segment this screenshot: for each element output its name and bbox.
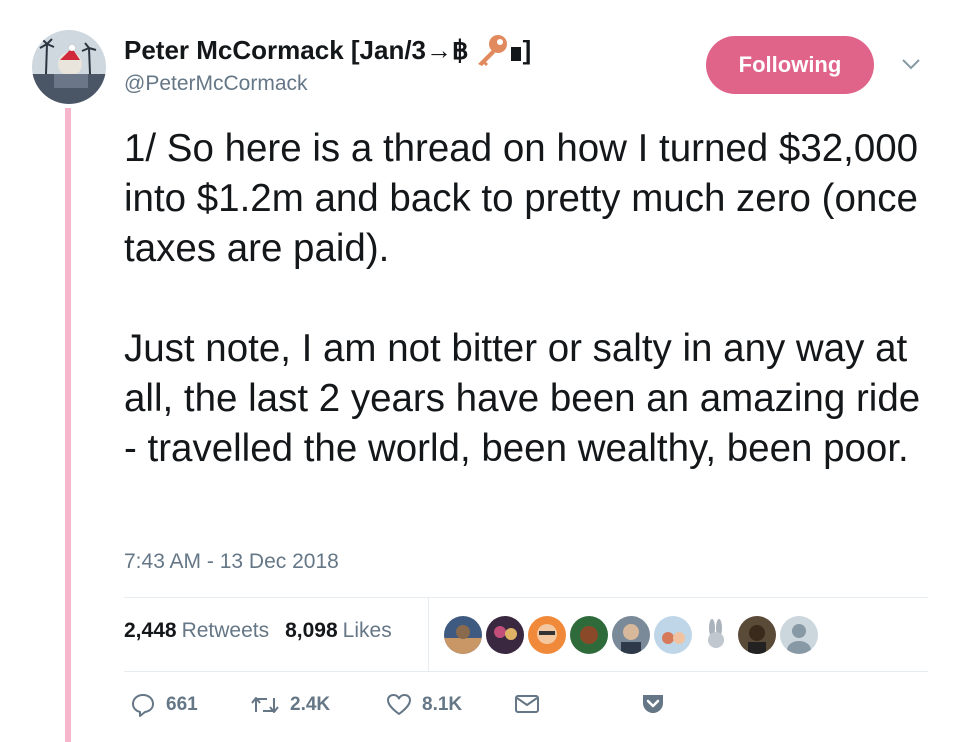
liker-avatar[interactable] <box>696 616 734 654</box>
stats-bottom-divider <box>124 671 928 672</box>
liker-avatar[interactable] <box>780 616 818 654</box>
author-display-name-end: ] <box>522 34 532 65</box>
tweet-paragraph: Just note, I am not bitter or salty in a… <box>124 327 921 470</box>
battery-icon <box>510 39 521 61</box>
retweet-action[interactable]: 2.4K <box>250 692 330 718</box>
stats-separator <box>428 598 429 671</box>
liker-avatar[interactable] <box>444 616 482 654</box>
tweet-stats: 2,448 Retweets 8,098 Likes <box>124 619 392 643</box>
reply-icon <box>132 694 154 717</box>
liker-avatar[interactable] <box>486 616 524 654</box>
liker-avatar[interactable] <box>528 616 566 654</box>
liker-avatars <box>444 616 822 654</box>
liker-avatar[interactable] <box>612 616 650 654</box>
reply-action[interactable]: 661 <box>130 692 198 718</box>
following-button[interactable]: Following <box>706 36 874 94</box>
retweets-stat[interactable]: 2,448 Retweets <box>124 619 269 643</box>
retweets-count: 2,448 <box>124 619 177 642</box>
liker-avatar[interactable] <box>654 616 692 654</box>
envelope-icon <box>515 695 539 713</box>
author-display-name[interactable]: Peter McCormack [Jan/3→฿ ] <box>124 33 531 67</box>
likes-count: 8,098 <box>285 619 338 642</box>
retweet-icon <box>251 697 279 713</box>
retweet-count: 2.4K <box>290 694 331 715</box>
like-action[interactable]: 8.1K <box>386 692 462 718</box>
tweet-paragraph: 1/ So here is a thread on how I turned $… <box>124 127 919 270</box>
tweet-timestamp[interactable]: 7:43 AM - 13 Dec 2018 <box>124 550 339 574</box>
stats-top-divider <box>124 597 928 598</box>
tweet-text: 1/ So here is a thread on how I turned $… <box>124 124 924 524</box>
likes-label: Likes <box>342 619 392 642</box>
pocket-icon <box>643 695 663 713</box>
likes-stat[interactable]: 8,098 Likes <box>285 619 392 643</box>
chevron-down-icon[interactable] <box>900 56 922 72</box>
avatar[interactable] <box>32 30 106 104</box>
liker-avatar[interactable] <box>570 616 608 654</box>
direct-message-action[interactable] <box>514 692 550 716</box>
pocket-action[interactable] <box>640 692 676 716</box>
thread-line <box>65 108 71 742</box>
author-handle[interactable]: @PeterMcCormack <box>124 72 308 96</box>
liker-avatar[interactable] <box>738 616 776 654</box>
author-display-name-text: Peter McCormack [Jan/3→฿ <box>124 34 469 65</box>
key-icon <box>473 33 509 67</box>
reply-count: 661 <box>166 694 198 715</box>
like-count: 8.1K <box>422 694 463 715</box>
heart-icon <box>387 694 411 715</box>
retweets-label: Retweets <box>181 619 270 642</box>
